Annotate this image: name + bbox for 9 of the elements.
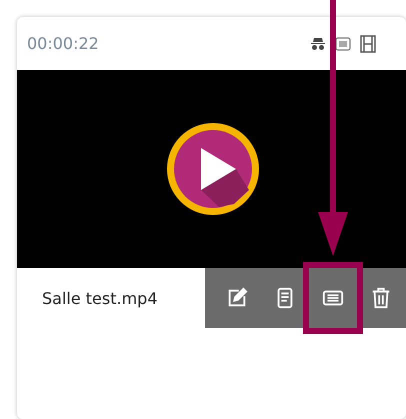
pencil-edit-icon bbox=[226, 287, 248, 309]
duration-text: 00:00:22 bbox=[27, 34, 100, 53]
file-name: Salle test.mp4 bbox=[41, 288, 159, 308]
play-button[interactable] bbox=[164, 120, 262, 218]
trash-icon bbox=[370, 287, 392, 309]
film-icon[interactable] bbox=[360, 34, 376, 52]
list-button[interactable] bbox=[303, 262, 363, 334]
list-icon[interactable] bbox=[335, 36, 351, 50]
incognito-icon bbox=[310, 36, 326, 50]
